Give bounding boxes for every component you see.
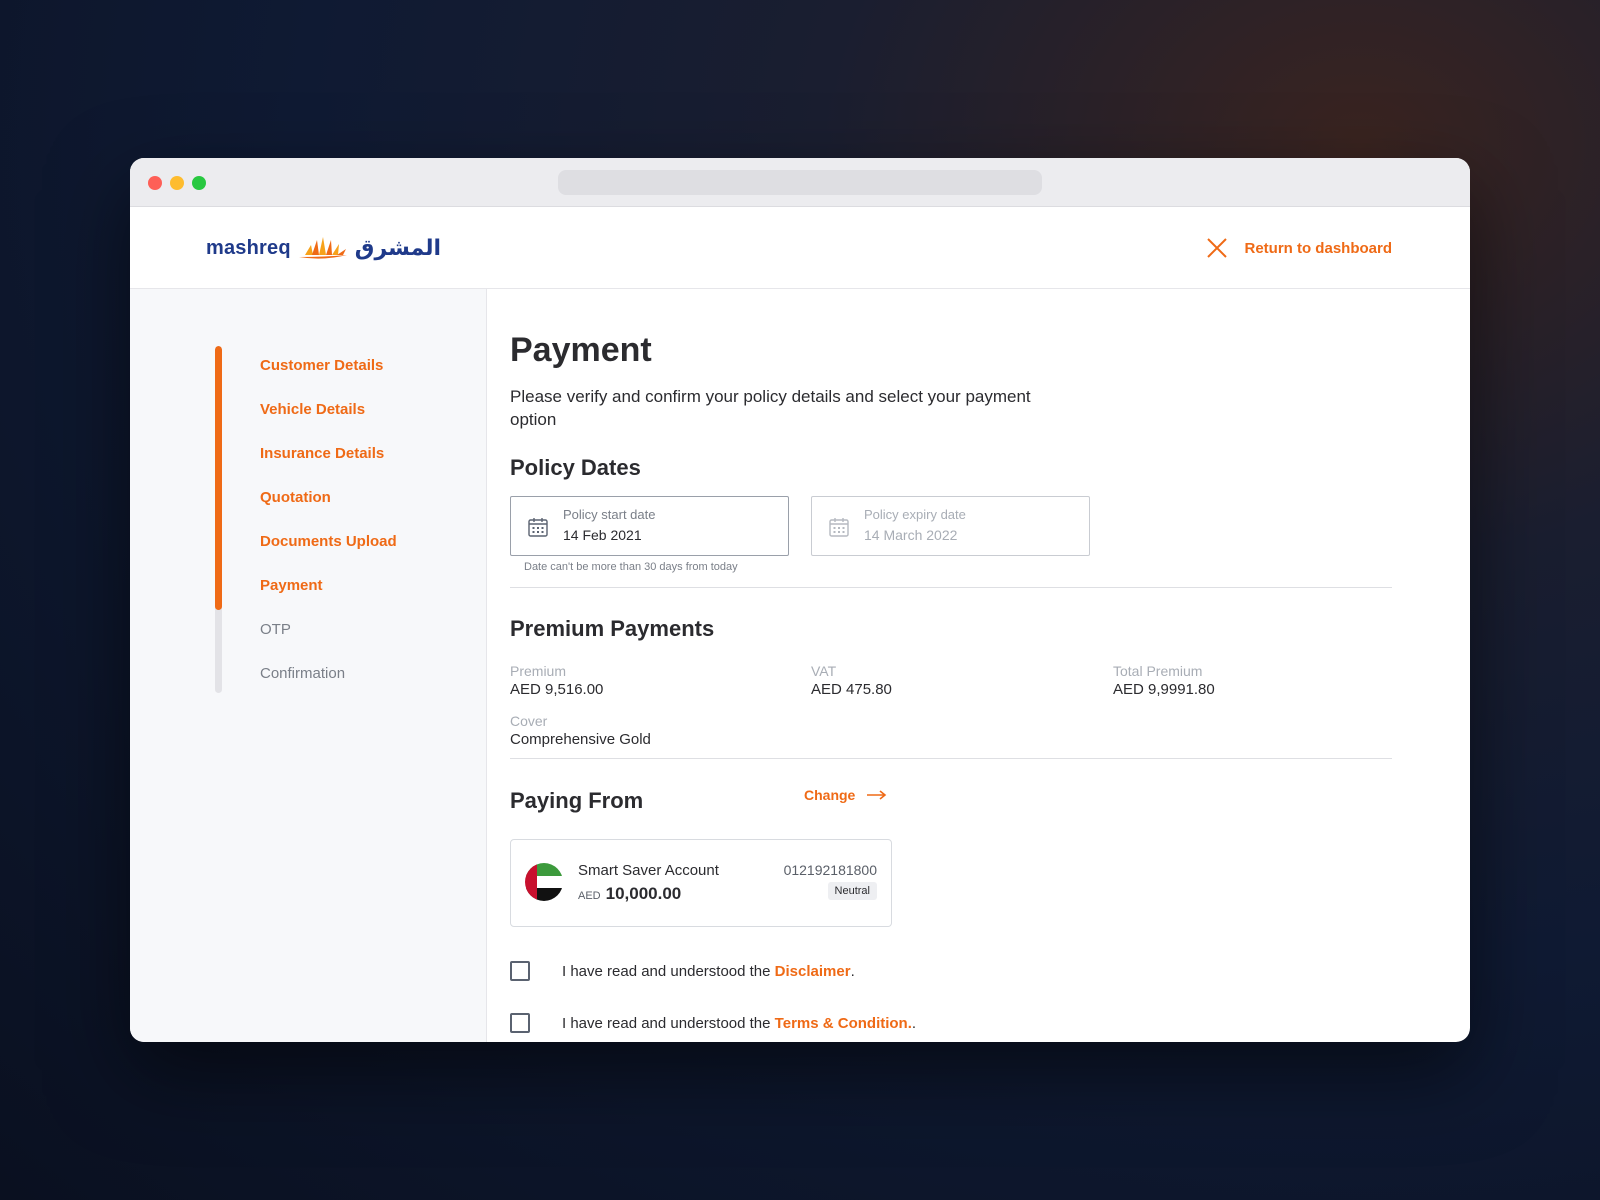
minimize-window-button[interactable] [170,176,184,190]
policy-start-date-label: Policy start date [563,507,656,522]
policy-expiry-date-field: Policy expiry date 14 March 2022 [811,496,1090,556]
return-to-dashboard-link[interactable]: Return to dashboard [1206,237,1392,259]
status-badge: Neutral [827,882,877,900]
policy-dates-title: Policy Dates [510,455,641,480]
maximize-window-button[interactable] [192,176,206,190]
vat-field: VAT AED 475.80 [811,663,892,698]
return-label: Return to dashboard [1244,239,1392,257]
premium-value: AED 9,516.00 [510,681,604,698]
title-bar [130,158,1470,207]
total-premium-field: Total Premium AED 9,9991.80 [1113,663,1215,698]
logo-text-ar: المشرق [354,235,442,261]
terms-suffix: . [911,1014,917,1032]
cover-label: Cover [510,713,548,729]
step-customer-details[interactable]: Customer Details [260,357,397,401]
terms-checkbox[interactable] [510,1013,530,1033]
page-subtitle: Please verify and confirm your policy de… [510,387,1031,429]
policy-start-date-field[interactable]: Policy start date 14 Feb 2021 [510,496,789,556]
account-currency: AED [578,890,601,902]
account-card[interactable]: Smart Saver Account AED 10,000.00 012192… [510,839,892,927]
premium-field: Premium AED 9,516.00 [510,663,603,698]
policy-expiry-date-label: Policy expiry date [864,507,966,522]
account-balance: AED 10,000.00 [578,884,681,904]
address-bar[interactable] [558,170,1042,195]
premium-payments-title: Premium Payments [510,616,715,641]
cover-field: Cover Comprehensive Gold [510,713,651,748]
divider [510,587,1392,588]
account-amount: 10,000.00 [605,884,682,903]
progress-fill [215,346,222,610]
close-icon [1207,238,1228,258]
disclaimer-link[interactable]: Disclaimer [775,963,851,980]
browser-window: mashreq المشرق Return to dashboard Custo… [130,158,1470,1042]
divider [510,758,1392,759]
logo-text-en: mashreq [206,236,291,259]
agreement-prefix: I have read and understood the [562,962,775,980]
calendar-icon [528,518,548,537]
vat-value: AED 475.80 [811,681,892,698]
account-number: 012192181800 [783,862,877,878]
disclaimer-suffix: . [850,962,855,980]
step-otp: OTP [260,621,291,638]
progress-track [215,346,222,693]
disclaimer-agreement: I have read and understood the Disclaime… [510,961,855,981]
account-name: Smart Saver Account [578,862,719,879]
policy-start-date-value: 14 Feb 2021 [563,527,642,543]
paying-from-title: Paying From [510,788,644,813]
step-list: Customer Details Vehicle Details Insuran… [260,357,397,709]
step-payment[interactable]: Payment [260,577,397,621]
step-documents-upload[interactable]: Documents Upload [260,533,397,577]
step-quotation[interactable]: Quotation [260,489,397,533]
steps-sidebar: Customer Details Vehicle Details Insuran… [130,289,487,1042]
mashreq-logo[interactable]: mashreq المشرق [206,233,441,263]
step-confirmation: Confirmation [260,665,346,682]
calendar-icon [829,518,849,537]
uae-flag-icon [525,863,563,901]
step-vehicle-details[interactable]: Vehicle Details [260,401,397,445]
change-account-link[interactable]: Change [804,787,887,803]
cover-value: Comprehensive Gold [510,731,651,748]
terms-agreement: I have read and understood the Terms & C… [510,1013,916,1033]
app-header: mashreq المشرق Return to dashboard [130,207,1470,289]
payment-form: Payment Please verify and confirm your p… [510,289,1392,1042]
sun-logo-icon [298,237,347,259]
policy-expiry-date-value: 14 March 2022 [864,527,958,543]
agreement-prefix: I have read and understood the [562,1014,775,1032]
vat-label: VAT [811,663,837,679]
close-window-button[interactable] [148,176,162,190]
start-date-hint: Date can't be more than 30 days from tod… [524,561,738,573]
page-title: Payment [510,331,652,369]
arrow-right-icon [867,790,887,800]
disclaimer-checkbox[interactable] [510,961,530,981]
total-premium-label: Total Premium [1113,663,1203,679]
terms-link[interactable]: Terms & Condition. [775,1015,912,1032]
premium-label: Premium [510,663,567,679]
terms-text: I have read and understood the Terms & C… [562,1015,916,1032]
change-label: Change [804,787,856,803]
disclaimer-text: I have read and understood the Disclaime… [562,963,855,980]
step-insurance-details[interactable]: Insurance Details [260,445,397,489]
total-premium-value: AED 9,9991.80 [1113,681,1215,698]
content-area: Customer Details Vehicle Details Insuran… [130,289,1470,1042]
